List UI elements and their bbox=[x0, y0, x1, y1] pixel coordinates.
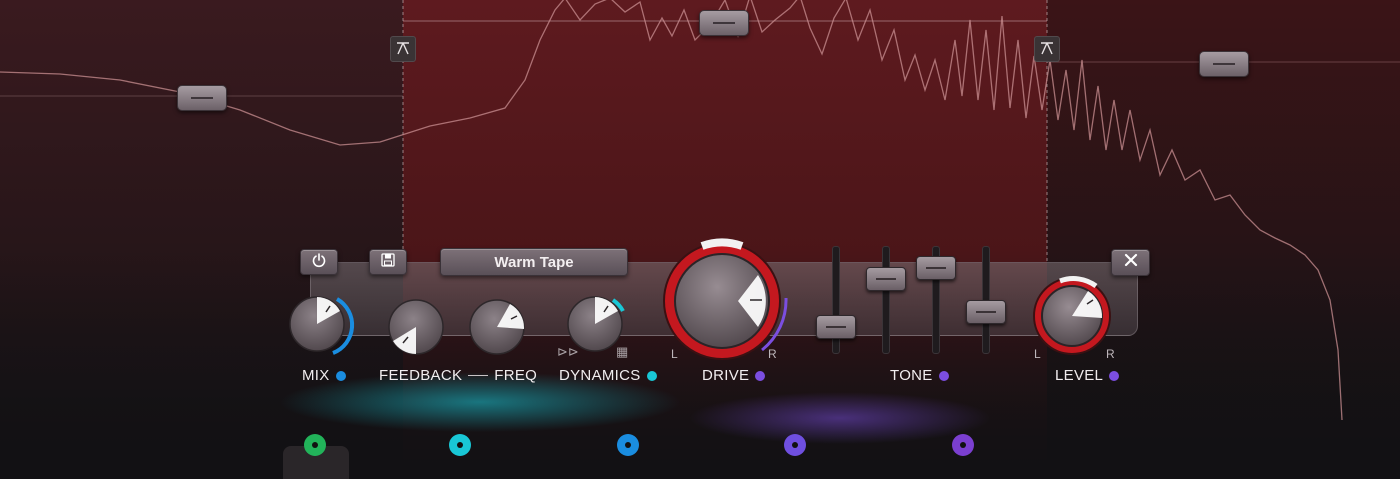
dynamics-min-icon: ⊳⊳ bbox=[557, 344, 579, 359]
link-line bbox=[468, 375, 489, 376]
tone-fader-2-track[interactable] bbox=[882, 246, 890, 354]
level-mod-dot bbox=[1109, 370, 1120, 381]
drive-left-label: L bbox=[671, 347, 678, 361]
band-split-icon bbox=[395, 40, 411, 59]
mod-source-5[interactable] bbox=[952, 434, 974, 456]
feedback-knob[interactable] bbox=[385, 296, 449, 360]
mod-source-3[interactable] bbox=[617, 434, 639, 456]
mix-mod-dot bbox=[335, 370, 346, 381]
mod-source-1[interactable] bbox=[304, 434, 326, 456]
dynamics-max-icon: ▦ bbox=[616, 344, 629, 359]
preset-selector[interactable]: Warm Tape bbox=[440, 248, 628, 276]
level-left-label: L bbox=[1034, 347, 1041, 361]
close-icon bbox=[1124, 253, 1138, 272]
tone-fader-3-handle[interactable] bbox=[916, 256, 956, 280]
low-band-gain-handle[interactable] bbox=[177, 85, 227, 111]
preset-name: Warm Tape bbox=[494, 253, 574, 271]
level-label: LEVEL bbox=[1055, 367, 1120, 384]
drive-label: DRIVE bbox=[702, 367, 766, 384]
mod-source-4[interactable] bbox=[784, 434, 806, 456]
tone-fader-1-handle[interactable] bbox=[816, 315, 856, 339]
mix-label: MIX bbox=[302, 367, 346, 384]
high-crossover-button[interactable] bbox=[1034, 36, 1060, 62]
close-button[interactable] bbox=[1111, 249, 1150, 276]
low-crossover-button[interactable] bbox=[390, 36, 416, 62]
drive-mod-dot bbox=[755, 370, 766, 381]
feedback-freq-label: FEEDBACK FREQ bbox=[379, 367, 538, 384]
tone-fader-2-handle[interactable] bbox=[866, 267, 906, 291]
tone-fader-4-handle[interactable] bbox=[966, 300, 1006, 324]
dynamics-label: DYNAMICS bbox=[559, 367, 657, 384]
power-button[interactable] bbox=[300, 249, 338, 275]
level-knob[interactable] bbox=[1030, 274, 1114, 358]
mid-band-gain-handle[interactable] bbox=[699, 10, 749, 36]
tone-mod-dot bbox=[938, 370, 949, 381]
dynamics-mod-dot bbox=[646, 370, 657, 381]
band-split-icon bbox=[1039, 40, 1055, 59]
save-button[interactable] bbox=[369, 249, 407, 275]
mod-source-2[interactable] bbox=[449, 434, 471, 456]
mix-knob[interactable] bbox=[285, 293, 355, 363]
freq-knob[interactable] bbox=[466, 296, 530, 360]
power-icon bbox=[311, 252, 327, 273]
save-icon bbox=[381, 252, 395, 272]
drive-right-label: R bbox=[768, 347, 777, 361]
high-band-gain-handle[interactable] bbox=[1199, 51, 1249, 77]
tone-label: TONE bbox=[890, 367, 949, 384]
level-right-label: R bbox=[1106, 347, 1115, 361]
